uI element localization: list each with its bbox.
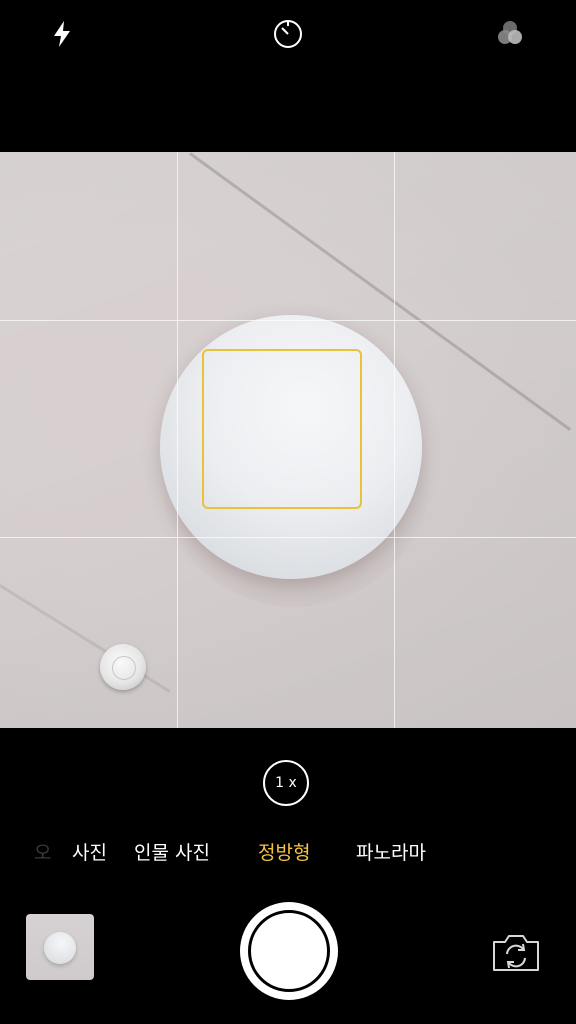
zoom-button[interactable]: 1 x (263, 760, 309, 806)
smoke-detector (100, 644, 146, 690)
top-bar (0, 0, 576, 152)
timer-button[interactable] (268, 14, 308, 54)
filters-button[interactable] (490, 14, 530, 54)
flash-button[interactable] (42, 14, 82, 54)
focus-box (202, 349, 362, 509)
switch-camera-icon (493, 935, 539, 971)
flash-icon (54, 21, 70, 47)
last-photo-thumbnail[interactable] (26, 914, 94, 980)
grid-line-vertical (394, 152, 395, 728)
mode-panorama[interactable]: 파노라마 (356, 838, 426, 865)
viewfinder[interactable] (0, 152, 576, 728)
grid-line-horizontal (0, 537, 576, 538)
shutter-button[interactable] (240, 902, 338, 1000)
mode-video[interactable]: 오 (34, 838, 51, 865)
switch-camera-button[interactable] (490, 932, 542, 974)
bottom-controls: 1 x 오 사진 인물 사진 정방형 파노라마 (0, 728, 576, 1024)
shutter-ring (248, 910, 330, 992)
mode-selector: 오 사진 인물 사진 정방형 파노라마 (0, 838, 576, 868)
mode-photo[interactable]: 사진 (72, 838, 107, 865)
timer-icon (274, 20, 302, 48)
thumbnail-image (44, 932, 76, 964)
mode-square[interactable]: 정방형 (258, 838, 310, 865)
grid-line-horizontal (0, 320, 576, 321)
filters-icon (498, 21, 522, 44)
grid-line-vertical (177, 152, 178, 728)
mode-portrait[interactable]: 인물 사진 (134, 838, 210, 865)
